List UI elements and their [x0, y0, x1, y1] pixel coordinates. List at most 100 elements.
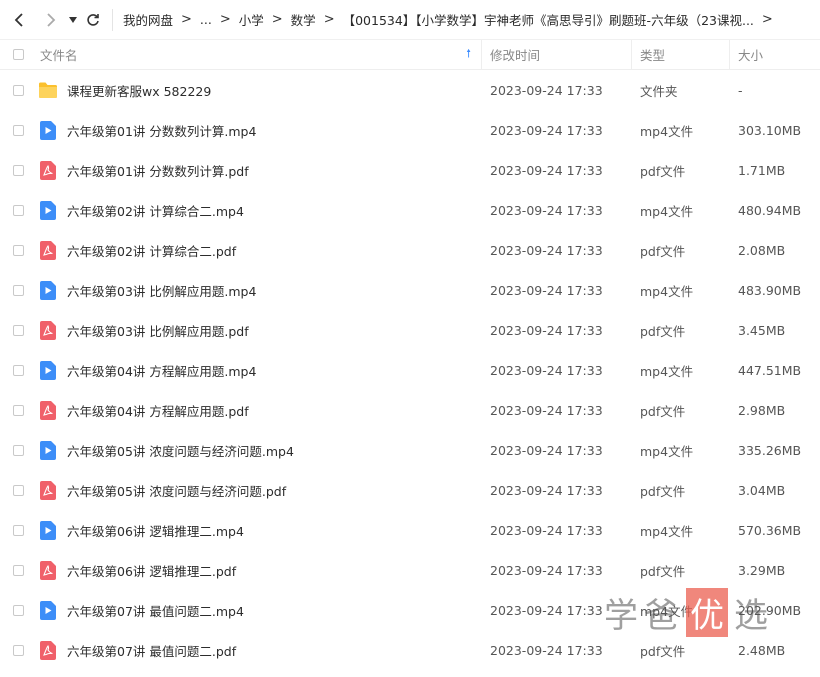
row-checkbox-cell — [0, 644, 38, 656]
row-checkbox[interactable] — [13, 324, 24, 336]
file-row[interactable]: 六年级第02讲 计算综合二.pdf 2023-09-24 17:33 pdf文件 2.… — [0, 230, 820, 270]
file-size: 570.36MB — [738, 522, 802, 538]
file-name[interactable]: 六年级第07讲 最值问题二.mp4 — [67, 601, 244, 620]
file-type: mp4文件 — [640, 443, 694, 459]
file-row[interactable]: 六年级第01讲 分数数列计算.mp4 2023-09-24 17:33 mp4文件 3… — [0, 110, 820, 150]
breadcrumb-item[interactable]: 数学 — [291, 10, 316, 29]
file-row[interactable]: 六年级第04讲 方程解应用题.pdf 2023-09-24 17:33 pdf文件 2… — [0, 390, 820, 430]
size-column-label: 大小 — [738, 48, 764, 63]
file-name[interactable]: 六年级第01讲 分数数列计算.pdf — [67, 161, 249, 180]
file-name[interactable]: 六年级第03讲 比例解应用题.pdf — [67, 321, 249, 340]
file-name[interactable]: 六年级第05讲 浓度问题与经济问题.mp4 — [67, 441, 294, 460]
file-name[interactable]: 六年级第01讲 分数数列计算.mp4 — [67, 121, 256, 140]
breadcrumb-item[interactable]: 小学 — [239, 10, 264, 29]
file-row[interactable]: 六年级第06讲 逻辑推理二.pdf 2023-09-24 17:33 pdf文件 3.… — [0, 550, 820, 590]
file-type: mp4文件 — [640, 523, 694, 539]
row-checkbox[interactable] — [13, 284, 24, 296]
size-column-header[interactable]: 大小 — [730, 40, 820, 69]
file-row[interactable]: 六年级第07讲 最值问题二.pdf 2023-09-24 17:33 pdf文件 2.… — [0, 630, 820, 670]
row-checkbox-cell — [0, 404, 38, 416]
file-name[interactable]: 六年级第02讲 计算综合二.mp4 — [67, 201, 244, 220]
row-checkbox[interactable] — [13, 604, 24, 616]
file-name[interactable]: 六年级第03讲 比例解应用题.mp4 — [67, 281, 256, 300]
row-checkbox-cell — [0, 124, 38, 136]
name-column-header[interactable]: 文件名 🠕 — [38, 40, 482, 69]
row-checkbox[interactable] — [13, 524, 24, 536]
refresh-icon — [87, 13, 99, 26]
file-name[interactable]: 六年级第02讲 计算综合二.pdf — [67, 241, 236, 260]
file-name[interactable]: 六年级第06讲 逻辑推理二.mp4 — [67, 521, 244, 540]
file-type: pdf文件 — [640, 403, 686, 419]
breadcrumb-item[interactable]: 【001534】【小学数学】宇神老师《高思导引》刷题班-六年级（23课视... — [343, 10, 754, 29]
file-row[interactable]: 六年级第05讲 浓度问题与经济问题.pdf 2023-09-24 17:33 pdf… — [0, 470, 820, 510]
file-name[interactable]: 六年级第04讲 方程解应用题.pdf — [67, 401, 249, 420]
file-modified-date: 2023-09-24 17:33 — [490, 442, 603, 458]
file-name[interactable]: 六年级第07讲 最值问题二.pdf — [67, 641, 236, 660]
file-row[interactable]: 六年级第03讲 比例解应用题.pdf 2023-09-24 17:33 pdf文件 3… — [0, 310, 820, 350]
file-name-cell: 六年级第01讲 分数数列计算.mp4 — [38, 120, 482, 140]
file-name[interactable]: 六年级第05讲 浓度问题与经济问题.pdf — [67, 481, 286, 500]
select-all-checkbox[interactable] — [13, 49, 24, 60]
row-checkbox[interactable] — [13, 564, 24, 576]
file-row[interactable]: 课程更新客服wx 582229 2023-09-24 17:33 文件夹 - — [0, 70, 820, 110]
chevron-left-icon — [14, 12, 23, 27]
file-name-cell: 六年级第01讲 分数数列计算.pdf — [38, 160, 482, 180]
select-all-cell — [0, 49, 38, 60]
file-name-cell: 六年级第05讲 浓度问题与经济问题.pdf — [38, 480, 482, 500]
type-column-header[interactable]: 类型 — [632, 40, 730, 69]
file-type: mp4文件 — [640, 123, 694, 139]
back-button[interactable] — [6, 0, 32, 40]
file-row[interactable]: 六年级第06讲 逻辑推理二.mp4 2023-09-24 17:33 mp4文件 57… — [0, 510, 820, 550]
row-checkbox[interactable] — [13, 84, 24, 96]
row-checkbox[interactable] — [13, 484, 24, 496]
file-size: 2.98MB — [738, 402, 786, 418]
navigation-bar: 我的网盘 >... > 小学 > 数学 > 【001534】【小学数学】宇神老师《高思导引》刷… — [0, 0, 820, 40]
file-type: mp4文件 — [640, 283, 694, 299]
file-name[interactable]: 六年级第04讲 方程解应用题.mp4 — [67, 361, 256, 380]
breadcrumb-item[interactable]: 我的网盘 — [123, 10, 173, 29]
sort-ascending-icon: 🠕 — [466, 47, 471, 60]
row-checkbox-cell — [0, 164, 38, 176]
file-modified-date: 2023-09-24 17:33 — [490, 82, 603, 98]
row-checkbox[interactable] — [13, 364, 24, 376]
row-checkbox[interactable] — [13, 204, 24, 216]
row-checkbox[interactable] — [13, 644, 24, 656]
history-dropdown-button[interactable] — [64, 0, 82, 40]
row-checkbox[interactable] — [13, 164, 24, 176]
file-type: pdf文件 — [640, 243, 686, 259]
file-row[interactable]: 六年级第01讲 分数数列计算.pdf 2023-09-24 17:33 pdf文件 1… — [0, 150, 820, 190]
date-column-header[interactable]: 修改时间 — [482, 40, 632, 69]
file-name-cell: 六年级第02讲 计算综合二.pdf — [38, 240, 482, 260]
breadcrumb-separator: > — [761, 12, 773, 27]
file-name-cell: 六年级第06讲 逻辑推理二.mp4 — [38, 520, 482, 540]
file-modified-date: 2023-09-24 17:33 — [490, 482, 603, 498]
breadcrumb-item[interactable]: ... — [200, 12, 212, 27]
file-modified-date: 2023-09-24 17:33 — [490, 122, 603, 138]
file-type: pdf文件 — [640, 323, 686, 339]
file-type: pdf文件 — [640, 643, 686, 659]
row-checkbox-cell — [0, 524, 38, 536]
file-row[interactable]: 六年级第05讲 浓度问题与经济问题.mp4 2023-09-24 17:33 mp4… — [0, 430, 820, 470]
file-size: 1.71MB — [738, 162, 786, 178]
forward-button[interactable] — [38, 0, 64, 40]
pdf-file-icon — [38, 480, 58, 500]
file-name[interactable]: 六年级第06讲 逻辑推理二.pdf — [67, 561, 236, 580]
file-type: pdf文件 — [640, 163, 686, 179]
row-checkbox[interactable] — [13, 444, 24, 456]
refresh-button[interactable] — [82, 0, 104, 40]
file-type: mp4文件 — [640, 363, 694, 379]
file-name[interactable]: 课程更新客服wx 582229 — [67, 81, 211, 100]
row-checkbox-cell — [0, 324, 38, 336]
row-checkbox-cell — [0, 244, 38, 256]
row-checkbox[interactable] — [13, 404, 24, 416]
file-name-cell: 六年级第07讲 最值问题二.mp4 — [38, 600, 482, 620]
file-row[interactable]: 六年级第03讲 比例解应用题.mp4 2023-09-24 17:33 mp4文件 4… — [0, 270, 820, 310]
file-row[interactable]: 六年级第07讲 最值问题二.mp4 2023-09-24 17:33 mp4文件 20… — [0, 590, 820, 630]
row-checkbox[interactable] — [13, 244, 24, 256]
row-checkbox[interactable] — [13, 124, 24, 136]
file-row[interactable]: 六年级第02讲 计算综合二.mp4 2023-09-24 17:33 mp4文件 48… — [0, 190, 820, 230]
video-file-icon — [38, 520, 58, 540]
pdf-file-icon — [38, 320, 58, 340]
file-list-header: 文件名 🠕 修改时间 类型 大小 — [0, 40, 820, 70]
file-row[interactable]: 六年级第04讲 方程解应用题.mp4 2023-09-24 17:33 mp4文件 4… — [0, 350, 820, 390]
